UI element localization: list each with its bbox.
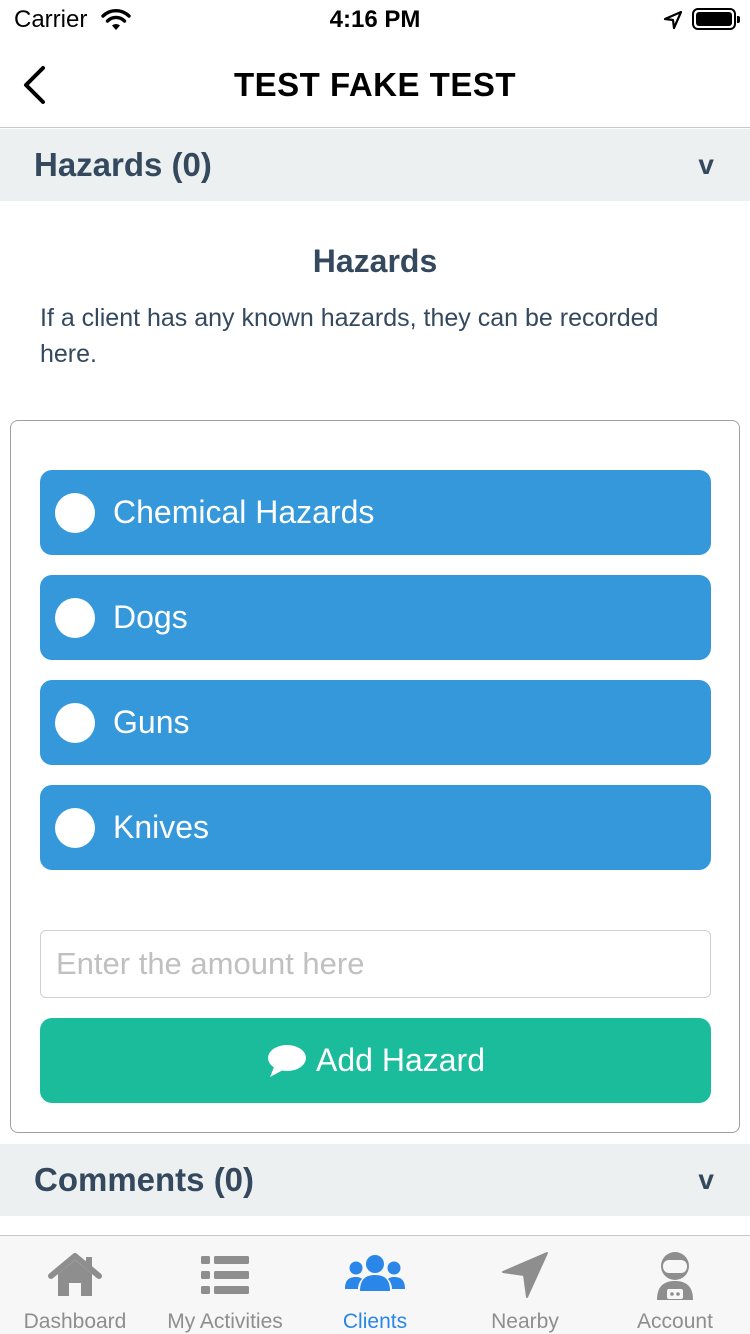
comments-section-header[interactable]: Comments (0) v bbox=[0, 1144, 750, 1216]
status-bar: Carrier 4:16 PM bbox=[0, 0, 750, 40]
comment-icon bbox=[266, 1043, 308, 1079]
hazards-card: Chemical Hazards Dogs Guns Knives Add Ha… bbox=[10, 420, 740, 1133]
tab-account[interactable]: Account bbox=[600, 1236, 750, 1334]
hazard-option-label: Knives bbox=[113, 809, 210, 845]
battery-icon bbox=[692, 8, 740, 30]
users-icon bbox=[344, 1250, 406, 1300]
tab-dashboard[interactable]: Dashboard bbox=[0, 1236, 150, 1334]
comments-section-title: Comments (0) bbox=[34, 1161, 255, 1198]
clock: 4:16 PM bbox=[329, 6, 421, 33]
radio-button[interactable] bbox=[55, 597, 95, 638]
tab-label: Nearby bbox=[491, 1310, 559, 1333]
add-hazard-button[interactable]: Add Hazard bbox=[40, 1018, 711, 1103]
hazards-section-header[interactable]: Hazards (0) v bbox=[0, 129, 750, 201]
tab-label: Account bbox=[637, 1310, 713, 1333]
hazard-option-label: Dogs bbox=[113, 599, 188, 635]
hazard-option-label: Guns bbox=[113, 704, 190, 740]
hazards-section-title: Hazards (0) bbox=[34, 146, 212, 183]
tab-my-activities[interactable]: My Activities bbox=[150, 1236, 300, 1334]
astronaut-icon bbox=[652, 1250, 698, 1300]
hazards-description: If a client has any known hazards, they … bbox=[40, 304, 659, 368]
hazard-option-guns[interactable]: Guns bbox=[40, 680, 711, 765]
add-hazard-label: Add Hazard bbox=[316, 1042, 485, 1078]
tab-nearby[interactable]: Nearby bbox=[450, 1236, 600, 1334]
list-icon bbox=[200, 1250, 250, 1300]
tab-label: My Activities bbox=[167, 1310, 283, 1333]
hazard-option-label: Chemical Hazards bbox=[113, 494, 375, 530]
location-services-icon bbox=[662, 9, 684, 36]
navigation-bar: TEST FAKE TEST bbox=[0, 40, 750, 128]
hazard-option-chemical[interactable]: Chemical Hazards bbox=[40, 470, 711, 555]
hazards-heading: Hazards bbox=[312, 243, 438, 279]
radio-button[interactable] bbox=[55, 807, 95, 848]
radio-button[interactable] bbox=[55, 492, 95, 533]
chevron-down-icon: v bbox=[698, 1164, 714, 1195]
hazard-option-dogs[interactable]: Dogs bbox=[40, 575, 711, 660]
tab-label: Dashboard bbox=[23, 1310, 127, 1333]
tab-bar: Dashboard My Activities Clients Nearby A… bbox=[0, 1235, 750, 1334]
amount-input[interactable] bbox=[40, 930, 711, 998]
chevron-down-icon: v bbox=[698, 149, 714, 180]
tab-label: Clients bbox=[342, 1310, 408, 1333]
radio-button[interactable] bbox=[55, 702, 95, 743]
page-title: TEST FAKE TEST bbox=[233, 66, 517, 103]
home-icon bbox=[47, 1250, 103, 1300]
location-arrow-icon bbox=[501, 1250, 549, 1300]
hazard-option-knives[interactable]: Knives bbox=[40, 785, 711, 870]
tab-clients[interactable]: Clients bbox=[300, 1236, 450, 1334]
